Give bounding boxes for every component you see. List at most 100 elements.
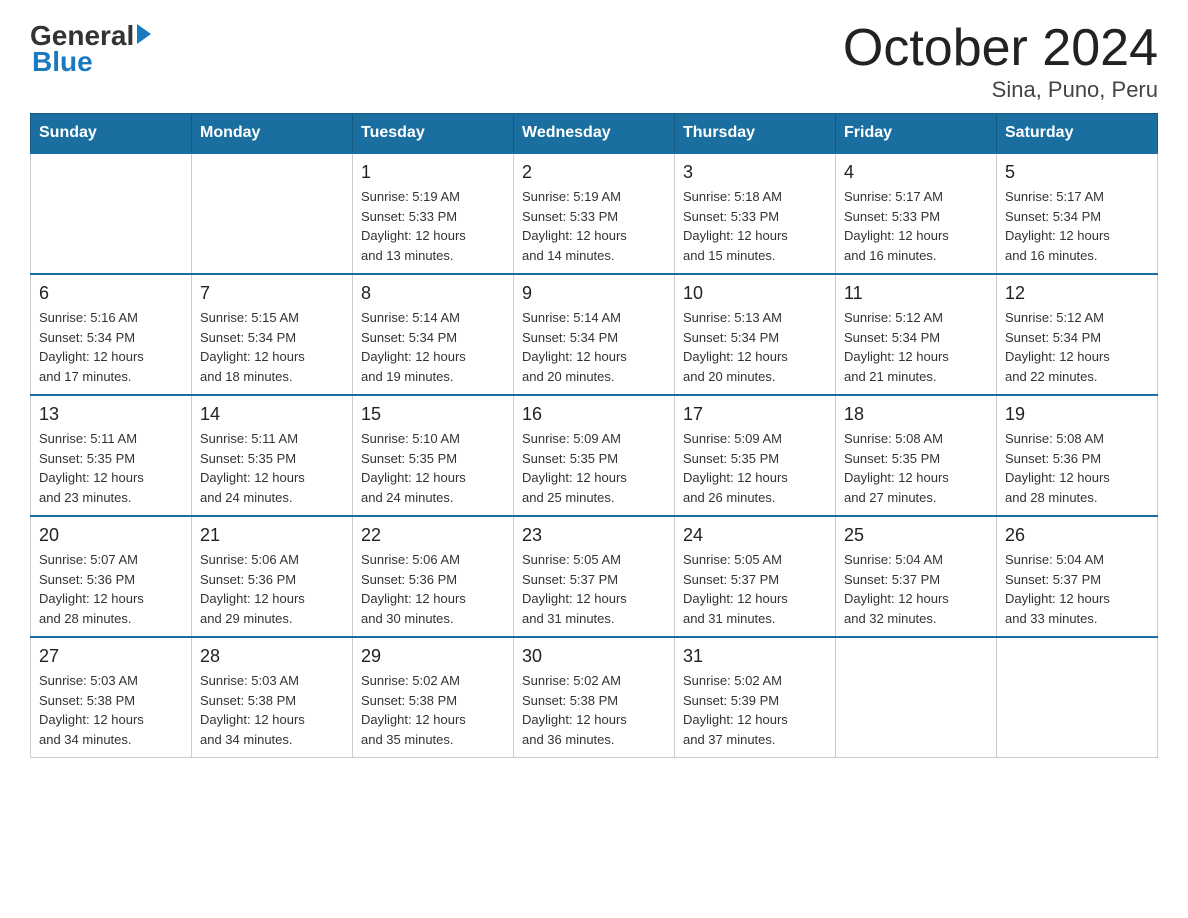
day-number: 12 <box>1005 283 1149 304</box>
day-number: 31 <box>683 646 827 667</box>
day-number: 10 <box>683 283 827 304</box>
calendar-header-saturday: Saturday <box>997 114 1158 154</box>
calendar-cell <box>31 153 192 274</box>
day-number: 1 <box>361 162 505 183</box>
day-info: Sunrise: 5:02 AM Sunset: 5:39 PM Dayligh… <box>683 671 827 749</box>
logo-arrow-icon <box>137 24 151 44</box>
day-number: 19 <box>1005 404 1149 425</box>
day-number: 5 <box>1005 162 1149 183</box>
calendar-header-wednesday: Wednesday <box>514 114 675 154</box>
calendar-week-row: 27Sunrise: 5:03 AM Sunset: 5:38 PM Dayli… <box>31 637 1158 758</box>
calendar-header-sunday: Sunday <box>31 114 192 154</box>
calendar-cell: 11 Sunrise: 5:12 AM Sunset: 5:34 PM Dayli… <box>836 274 997 395</box>
calendar-table: SundayMondayTuesdayWednesdayThursdayFrid… <box>30 113 1158 758</box>
day-number: 2 <box>522 162 666 183</box>
calendar-cell <box>836 637 997 758</box>
day-info: Sunrise: 5:16 AM Sunset: 5:34 PM Dayligh… <box>39 308 183 386</box>
day-info: Sunrise: 5:13 AM Sunset: 5:34 PM Dayligh… <box>683 308 827 386</box>
day-info: Sunrise: 5:19 AM Sunset: 5:33 PM Dayligh… <box>361 187 505 265</box>
calendar-cell: 28Sunrise: 5:03 AM Sunset: 5:38 PM Dayli… <box>192 637 353 758</box>
calendar-header-thursday: Thursday <box>675 114 836 154</box>
day-number: 9 <box>522 283 666 304</box>
calendar-cell: 9 Sunrise: 5:14 AM Sunset: 5:34 PM Daylig… <box>514 274 675 395</box>
day-info: Sunrise: 5:14 AM Sunset: 5:34 PM Dayligh… <box>522 308 666 386</box>
day-number: 26 <box>1005 525 1149 546</box>
day-info: Sunrise: 5:11 AM Sunset: 5:35 PM Dayligh… <box>39 429 183 507</box>
calendar-header-monday: Monday <box>192 114 353 154</box>
day-number: 23 <box>522 525 666 546</box>
day-info: Sunrise: 5:12 AM Sunset: 5:34 PM Dayligh… <box>1005 308 1149 386</box>
calendar-cell: 1 Sunrise: 5:19 AM Sunset: 5:33 PM Daylig… <box>353 153 514 274</box>
day-info: Sunrise: 5:09 AM Sunset: 5:35 PM Dayligh… <box>522 429 666 507</box>
title-block: October 2024 Sina, Puno, Peru <box>843 20 1158 103</box>
day-info: Sunrise: 5:19 AM Sunset: 5:33 PM Dayligh… <box>522 187 666 265</box>
day-number: 4 <box>844 162 988 183</box>
calendar-cell: 16 Sunrise: 5:09 AM Sunset: 5:35 PM Dayli… <box>514 395 675 516</box>
calendar-week-row: 20 Sunrise: 5:07 AM Sunset: 5:36 PM Dayli… <box>31 516 1158 637</box>
day-info: Sunrise: 5:06 AM Sunset: 5:36 PM Dayligh… <box>200 550 344 628</box>
day-info: Sunrise: 5:12 AM Sunset: 5:34 PM Dayligh… <box>844 308 988 386</box>
calendar-cell: 13 Sunrise: 5:11 AM Sunset: 5:35 PM Dayli… <box>31 395 192 516</box>
calendar-cell: 27Sunrise: 5:03 AM Sunset: 5:38 PM Dayli… <box>31 637 192 758</box>
day-number: 29 <box>361 646 505 667</box>
day-info: Sunrise: 5:07 AM Sunset: 5:36 PM Dayligh… <box>39 550 183 628</box>
day-number: 11 <box>844 283 988 304</box>
day-number: 20 <box>39 525 183 546</box>
day-info: Sunrise: 5:04 AM Sunset: 5:37 PM Dayligh… <box>844 550 988 628</box>
day-info: Sunrise: 5:05 AM Sunset: 5:37 PM Dayligh… <box>522 550 666 628</box>
day-number: 16 <box>522 404 666 425</box>
day-info: Sunrise: 5:02 AM Sunset: 5:38 PM Dayligh… <box>361 671 505 749</box>
day-number: 7 <box>200 283 344 304</box>
day-info: Sunrise: 5:03 AM Sunset: 5:38 PM Dayligh… <box>39 671 183 749</box>
calendar-cell: 21 Sunrise: 5:06 AM Sunset: 5:36 PM Dayli… <box>192 516 353 637</box>
calendar-cell: 5 Sunrise: 5:17 AM Sunset: 5:34 PM Daylig… <box>997 153 1158 274</box>
calendar-cell: 20 Sunrise: 5:07 AM Sunset: 5:36 PM Dayli… <box>31 516 192 637</box>
day-info: Sunrise: 5:11 AM Sunset: 5:35 PM Dayligh… <box>200 429 344 507</box>
calendar-cell: 17 Sunrise: 5:09 AM Sunset: 5:35 PM Dayli… <box>675 395 836 516</box>
calendar-cell: 25 Sunrise: 5:04 AM Sunset: 5:37 PM Dayli… <box>836 516 997 637</box>
day-info: Sunrise: 5:10 AM Sunset: 5:35 PM Dayligh… <box>361 429 505 507</box>
calendar-cell: 23 Sunrise: 5:05 AM Sunset: 5:37 PM Dayli… <box>514 516 675 637</box>
calendar-header-row: SundayMondayTuesdayWednesdayThursdayFrid… <box>31 114 1158 154</box>
day-info: Sunrise: 5:17 AM Sunset: 5:34 PM Dayligh… <box>1005 187 1149 265</box>
calendar-cell: 19 Sunrise: 5:08 AM Sunset: 5:36 PM Dayli… <box>997 395 1158 516</box>
day-info: Sunrise: 5:02 AM Sunset: 5:38 PM Dayligh… <box>522 671 666 749</box>
logo: General Blue <box>30 20 151 78</box>
day-info: Sunrise: 5:15 AM Sunset: 5:34 PM Dayligh… <box>200 308 344 386</box>
day-number: 14 <box>200 404 344 425</box>
day-number: 13 <box>39 404 183 425</box>
calendar-cell: 31 Sunrise: 5:02 AM Sunset: 5:39 PM Dayli… <box>675 637 836 758</box>
day-info: Sunrise: 5:17 AM Sunset: 5:33 PM Dayligh… <box>844 187 988 265</box>
calendar-cell: 3Sunrise: 5:18 AM Sunset: 5:33 PM Daylig… <box>675 153 836 274</box>
calendar-cell: 22Sunrise: 5:06 AM Sunset: 5:36 PM Dayli… <box>353 516 514 637</box>
calendar-week-row: 6Sunrise: 5:16 AM Sunset: 5:34 PM Daylig… <box>31 274 1158 395</box>
calendar-cell: 6Sunrise: 5:16 AM Sunset: 5:34 PM Daylig… <box>31 274 192 395</box>
calendar-cell: 15Sunrise: 5:10 AM Sunset: 5:35 PM Dayli… <box>353 395 514 516</box>
calendar-header-tuesday: Tuesday <box>353 114 514 154</box>
day-info: Sunrise: 5:05 AM Sunset: 5:37 PM Dayligh… <box>683 550 827 628</box>
day-info: Sunrise: 5:14 AM Sunset: 5:34 PM Dayligh… <box>361 308 505 386</box>
day-info: Sunrise: 5:09 AM Sunset: 5:35 PM Dayligh… <box>683 429 827 507</box>
calendar-cell <box>192 153 353 274</box>
day-info: Sunrise: 5:06 AM Sunset: 5:36 PM Dayligh… <box>361 550 505 628</box>
calendar-cell: 24 Sunrise: 5:05 AM Sunset: 5:37 PM Dayli… <box>675 516 836 637</box>
day-number: 8 <box>361 283 505 304</box>
day-info: Sunrise: 5:18 AM Sunset: 5:33 PM Dayligh… <box>683 187 827 265</box>
page-container: General Blue October 2024 Sina, Puno, Pe… <box>0 0 1188 778</box>
calendar-cell: 8 Sunrise: 5:14 AM Sunset: 5:34 PM Daylig… <box>353 274 514 395</box>
calendar-cell <box>997 637 1158 758</box>
page-subtitle: Sina, Puno, Peru <box>843 77 1158 103</box>
calendar-cell: 12 Sunrise: 5:12 AM Sunset: 5:34 PM Dayli… <box>997 274 1158 395</box>
day-number: 17 <box>683 404 827 425</box>
day-number: 21 <box>200 525 344 546</box>
calendar-cell: 18Sunrise: 5:08 AM Sunset: 5:35 PM Dayli… <box>836 395 997 516</box>
day-number: 24 <box>683 525 827 546</box>
calendar-cell: 7 Sunrise: 5:15 AM Sunset: 5:34 PM Daylig… <box>192 274 353 395</box>
calendar-cell: 30Sunrise: 5:02 AM Sunset: 5:38 PM Dayli… <box>514 637 675 758</box>
header: General Blue October 2024 Sina, Puno, Pe… <box>30 20 1158 103</box>
page-title: October 2024 <box>843 20 1158 77</box>
day-number: 18 <box>844 404 988 425</box>
day-number: 25 <box>844 525 988 546</box>
day-info: Sunrise: 5:08 AM Sunset: 5:36 PM Dayligh… <box>1005 429 1149 507</box>
day-info: Sunrise: 5:03 AM Sunset: 5:38 PM Dayligh… <box>200 671 344 749</box>
